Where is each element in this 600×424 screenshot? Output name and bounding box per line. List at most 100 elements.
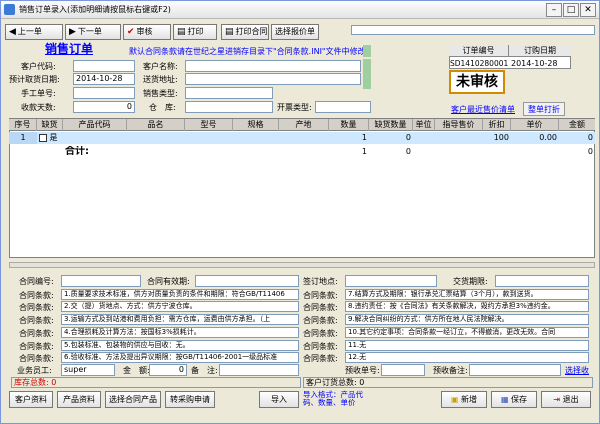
ship-address-field[interactable] bbox=[185, 73, 361, 85]
clause-6-field[interactable]: 6.验收标准、方法及提出异议期限：按GB/T11406-2001一级品标准 bbox=[61, 352, 299, 363]
clause-label: 合同条款: bbox=[19, 291, 54, 300]
clause-4-field[interactable]: 4.合理损耗及计算方法：按国标3%损耗计。 bbox=[61, 327, 299, 338]
clause-5-field[interactable]: 5.包装标准、包装物的供应与回收：无。 bbox=[61, 340, 299, 351]
clerk-field[interactable]: super bbox=[61, 364, 115, 376]
col-header[interactable]: 金额 bbox=[559, 119, 595, 131]
maximize-button[interactable]: □ bbox=[563, 3, 579, 17]
to-purchase-button[interactable]: 转采购申请 bbox=[165, 391, 215, 408]
title-bar: 销售订单录入(添加明细请按鼠标右键或F2) – □ ✕ bbox=[1, 1, 599, 19]
minimize-button[interactable]: – bbox=[546, 3, 562, 17]
col-header[interactable]: 产品代码 bbox=[63, 119, 127, 131]
ship-address-label: 送货地址: bbox=[143, 75, 178, 84]
status-badge: 未审核 bbox=[449, 70, 505, 94]
horizontal-scrollbar[interactable] bbox=[9, 262, 595, 268]
color-swatch bbox=[363, 59, 371, 89]
price-cell[interactable]: 0.00 bbox=[511, 132, 559, 144]
customer-name-field[interactable] bbox=[185, 60, 361, 72]
clause-10-field[interactable]: 10.其它约定事项：合同条款一经订立，不得撤消，更改无效。合同 bbox=[345, 327, 589, 338]
product-info-button[interactable]: 产品资料 bbox=[57, 391, 101, 408]
stockout-checkbox[interactable] bbox=[39, 133, 47, 142]
clause-9-field[interactable]: 9.解决合同纠纷的方式：供方所在地人民法院解决。 bbox=[345, 314, 589, 325]
invoice-type-label: 开票类型: bbox=[277, 103, 312, 112]
remark-field[interactable] bbox=[219, 364, 299, 376]
delivery-date-label: 预计取货日期: bbox=[9, 75, 60, 84]
recent-price-link[interactable]: 客户最近售价清单 bbox=[451, 104, 515, 115]
manual-no-field[interactable] bbox=[73, 87, 135, 99]
discount-button[interactable]: 整单打折 bbox=[523, 102, 565, 116]
prev-button[interactable]: ◀ 上一单 bbox=[5, 24, 63, 40]
new-button[interactable]: ▣ 新增 bbox=[441, 391, 487, 408]
clause-1-field[interactable]: 1.质量要求技术标准，供方对质量负责的条件和期限：符合GB/T11406 bbox=[61, 289, 299, 300]
delivery-date-field[interactable]: 2014-10-28 bbox=[73, 73, 135, 85]
deposit-days-field[interactable]: 0 bbox=[73, 101, 135, 113]
invoice-type-field[interactable] bbox=[315, 101, 371, 113]
qty-cell[interactable]: 1 bbox=[329, 132, 369, 144]
col-header[interactable]: 缺货 bbox=[37, 119, 63, 131]
prepay-no-field[interactable] bbox=[381, 364, 425, 376]
select-quote-button[interactable]: 选择报价单 bbox=[271, 24, 319, 40]
customer-order-total-text: 客户订货总数: 0 bbox=[303, 377, 593, 388]
clause-11-field[interactable]: 11.无 bbox=[345, 340, 589, 351]
contract-no-field[interactable] bbox=[61, 275, 141, 287]
col-header[interactable]: 品名 bbox=[127, 119, 185, 131]
col-header[interactable]: 型号 bbox=[185, 119, 233, 131]
customer-code-label: 客户代码: bbox=[21, 62, 56, 71]
warehouse-field[interactable] bbox=[185, 101, 273, 113]
select-contract-product-button[interactable]: 选择合同产品 bbox=[105, 391, 161, 408]
stockout-cell[interactable]: 是 bbox=[37, 132, 63, 144]
sales-type-field[interactable] bbox=[185, 87, 273, 99]
select-prepay-link[interactable]: 选择收 bbox=[565, 365, 589, 376]
customer-info-button[interactable]: 客户资料 bbox=[9, 391, 53, 408]
clause-7-field[interactable]: 7.结算方式及期限：银行承兑汇票结算（3个月），款到送货。 bbox=[345, 289, 589, 300]
clause-label: 合同条款: bbox=[303, 354, 338, 363]
import-button[interactable]: 导入 bbox=[259, 391, 299, 408]
customer-code-field[interactable] bbox=[73, 60, 135, 72]
stock-total-text: 库存总数: 0 bbox=[11, 377, 301, 388]
prepay-remark-field[interactable] bbox=[469, 364, 561, 376]
total-label: 合计: bbox=[65, 146, 89, 157]
amount-field[interactable]: 0 bbox=[149, 364, 187, 376]
print-button[interactable]: ▤ 打印 bbox=[173, 24, 217, 40]
valid-period-field[interactable] bbox=[195, 275, 299, 287]
total-row: 合计: 1 0 0 bbox=[9, 146, 595, 158]
valid-period-label: 合同有效期: bbox=[147, 277, 190, 286]
save-button[interactable]: ▦ 保存 bbox=[491, 391, 537, 408]
import-format-hint: 导入格式：产品代码、数量、单价 bbox=[303, 390, 363, 407]
col-header[interactable]: 规格 bbox=[233, 119, 279, 131]
col-header[interactable]: 缺货数量 bbox=[369, 119, 413, 131]
discount-cell[interactable]: 100 bbox=[483, 132, 511, 144]
col-header[interactable]: 单位 bbox=[413, 119, 435, 131]
clause-label: 合同条款: bbox=[303, 342, 338, 351]
clause-8-field[interactable]: 8.违约责任：按《合同法》有关条款解决，毁约方承担3%违约金。 bbox=[345, 301, 589, 312]
total-qty: 1 bbox=[361, 147, 367, 156]
clerk-label: 业务员工: bbox=[17, 366, 52, 375]
top-search-field[interactable] bbox=[351, 25, 595, 35]
order-date-value: 2014-10-28 bbox=[511, 59, 558, 68]
col-header[interactable]: 折扣 bbox=[483, 119, 511, 131]
warehouse-label: 仓 库: bbox=[149, 103, 176, 112]
row-no-cell: 1 bbox=[9, 132, 37, 144]
arrow-left-icon: ◀ bbox=[9, 27, 16, 37]
order-date-label: 订购日期 bbox=[509, 45, 571, 57]
amount-cell: 0 bbox=[587, 133, 593, 142]
close-button[interactable]: ✕ bbox=[580, 3, 596, 17]
table-row[interactable]: 1 是 1 0 100 0.00 0 bbox=[9, 132, 595, 144]
app-icon bbox=[4, 4, 15, 15]
sales-type-label: 销售类型: bbox=[143, 89, 178, 98]
col-header[interactable]: 指导售价 bbox=[435, 119, 483, 131]
clause-label: 合同条款: bbox=[303, 329, 338, 338]
clause-12-field[interactable]: 12.无 bbox=[345, 352, 589, 363]
remark-label: 备 注: bbox=[191, 366, 218, 375]
sign-place-field[interactable] bbox=[345, 275, 437, 287]
col-header[interactable]: 单价 bbox=[511, 119, 559, 131]
col-header[interactable]: 序号 bbox=[9, 119, 37, 131]
clause-3-field[interactable]: 3.运输方式及到站港和费用负担：需方仓库，运费由供方承担。（上 bbox=[61, 314, 299, 325]
print-contract-button[interactable]: ▤ 打印合同 bbox=[221, 24, 269, 40]
col-header[interactable]: 数量 bbox=[329, 119, 369, 131]
deliver-period-field[interactable] bbox=[495, 275, 589, 287]
next-button[interactable]: ▶ 下一单 bbox=[65, 24, 121, 40]
exit-button[interactable]: ⇥ 退出 bbox=[541, 391, 591, 408]
col-header[interactable]: 产地 bbox=[279, 119, 329, 131]
clause-2-field[interactable]: 2.交（提）货地点、方式：供方宁波仓库。 bbox=[61, 301, 299, 312]
audit-button[interactable]: ✔ 审核 bbox=[123, 24, 171, 40]
